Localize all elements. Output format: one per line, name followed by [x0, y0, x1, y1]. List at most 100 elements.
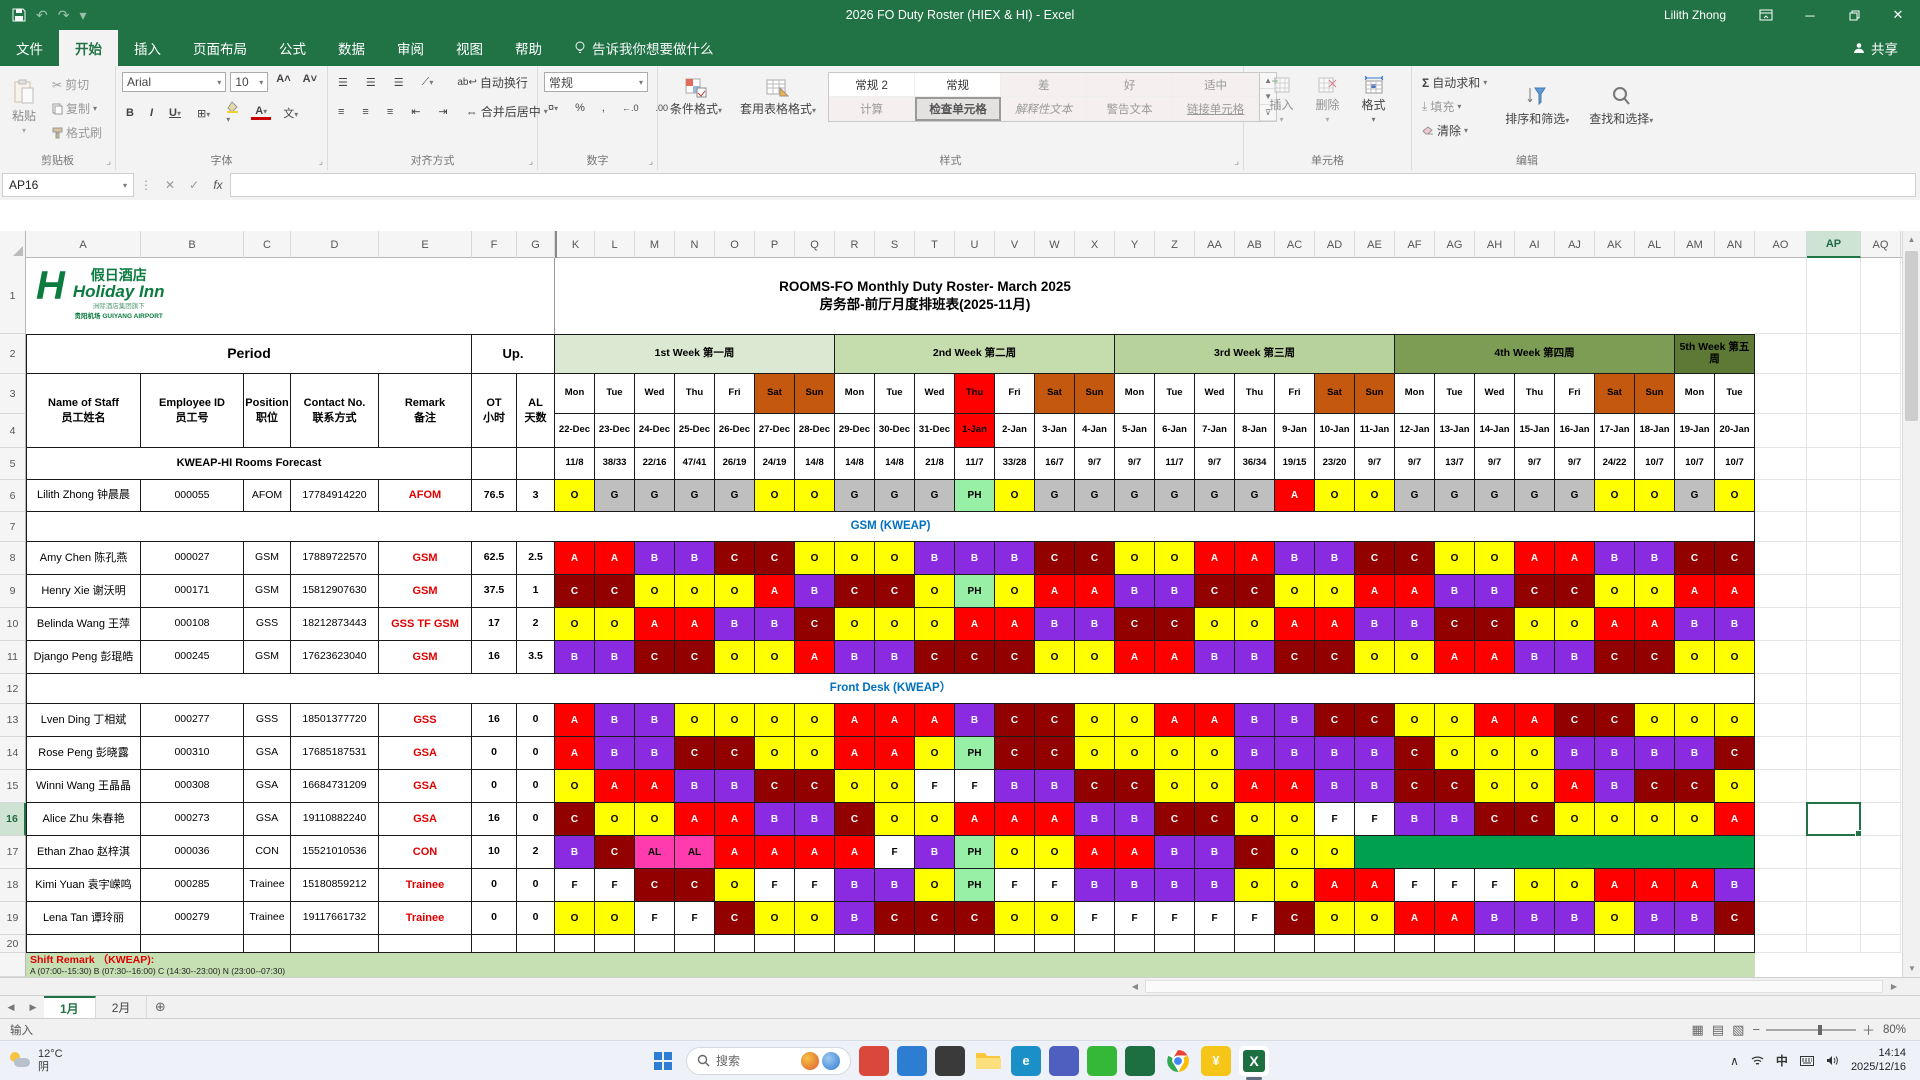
shift-cell[interactable]: B [1155, 575, 1195, 608]
row-header-3-4[interactable]: 34 [0, 374, 26, 448]
shift-cell[interactable]: B [1715, 608, 1755, 641]
shift-cell[interactable]: A [1595, 608, 1635, 641]
empty-cell[interactable] [1755, 414, 1807, 448]
empty-cell[interactable] [1755, 641, 1807, 674]
decrease-indent-icon[interactable]: ⇤ [407, 104, 424, 119]
shift-cell[interactable]: B [715, 608, 755, 641]
empty-cell[interactable] [1275, 935, 1315, 953]
shift-cell[interactable]: A [1435, 902, 1475, 935]
conditional-formatting-button[interactable]: 条件格式▾ [664, 72, 728, 122]
shift-cell[interactable]: C [555, 575, 595, 608]
shift-cell[interactable]: B [835, 869, 875, 902]
excel-app-icon[interactable]: X [1239, 1045, 1269, 1080]
week-band-4[interactable]: 4th Week 第四周 [1395, 334, 1675, 374]
empty-cell[interactable] [1861, 770, 1901, 803]
row-header-16[interactable]: 16 [0, 803, 26, 836]
shift-cell[interactable]: O [1675, 803, 1715, 836]
shift-cell[interactable]: C [1035, 542, 1075, 575]
day-16[interactable]: Wed [1195, 374, 1235, 414]
date-0[interactable]: 22-Dec [555, 414, 595, 448]
staff-name[interactable]: Lena Tan 谭玲丽 [26, 902, 141, 935]
column-header-AH[interactable]: AH [1475, 231, 1515, 258]
shift-cell[interactable]: A [1115, 641, 1155, 674]
shift-cell[interactable]: F [995, 869, 1035, 902]
empty-cell[interactable] [1807, 704, 1861, 737]
staff-name[interactable]: Ethan Zhao 赵梓淇 [26, 836, 141, 869]
empty-cell[interactable] [1861, 334, 1901, 374]
left-header-1[interactable]: Employee ID 员工号 [141, 374, 244, 448]
day-19[interactable]: Sat [1315, 374, 1355, 414]
undo-icon[interactable]: ↶ [36, 7, 48, 24]
select-all-corner[interactable] [0, 231, 26, 258]
shift-cell[interactable]: O [1395, 704, 1435, 737]
terminal-app-icon[interactable] [935, 1045, 965, 1076]
cell-style-5[interactable]: 计算 [829, 97, 916, 121]
forecast-7[interactable]: 14/8 [835, 448, 875, 480]
insert-cells-button[interactable]: 插入 ▾ [1263, 74, 1299, 126]
shift-cell[interactable]: B [1555, 641, 1595, 674]
staff-ot[interactable]: 37.5 [472, 575, 517, 608]
cell-style-0[interactable]: 常规 2 [829, 73, 916, 97]
forecast-17[interactable]: 36/34 [1235, 448, 1275, 480]
empty-cell[interactable] [1755, 902, 1807, 935]
column-header-AA[interactable]: AA [1195, 231, 1235, 258]
row-header-12[interactable]: 12 [0, 674, 26, 704]
ime-indicator[interactable]: 中 [1776, 1052, 1788, 1069]
search-box[interactable]: 搜索 [686, 1046, 851, 1075]
day-7[interactable]: Mon [835, 374, 875, 414]
shift-cell[interactable]: A [1275, 480, 1315, 512]
shift-cell[interactable]: C [1115, 770, 1155, 803]
qat-customize-icon[interactable]: ▾ [79, 7, 86, 24]
date-2[interactable]: 24-Dec [635, 414, 675, 448]
shift-cell[interactable]: C [595, 575, 635, 608]
staff-al[interactable]: 0 [517, 737, 555, 770]
shift-cell[interactable]: PH [955, 737, 995, 770]
shift-cell[interactable]: B [1475, 575, 1515, 608]
shift-cell[interactable]: B [1355, 737, 1395, 770]
date-23[interactable]: 14-Jan [1475, 414, 1515, 448]
staff-al[interactable]: 0 [517, 704, 555, 737]
day-22[interactable]: Tue [1435, 374, 1475, 414]
forecast-6[interactable]: 14/8 [795, 448, 835, 480]
shift-cell[interactable]: O [875, 542, 915, 575]
staff-position[interactable]: GSA [244, 737, 291, 770]
forecast-label[interactable]: KWEAP-HI Rooms Forecast [26, 448, 472, 480]
shift-cell[interactable]: C [1555, 704, 1595, 737]
column-header-R[interactable]: R [835, 231, 875, 258]
cell-style-3[interactable]: 好 [1087, 73, 1174, 97]
shift-cell[interactable]: B [1275, 542, 1315, 575]
forecast-27[interactable]: 10/7 [1635, 448, 1675, 480]
staff-name[interactable]: Rose Peng 彭晓露 [26, 737, 141, 770]
shift-cell[interactable]: C [715, 902, 755, 935]
shift-cell[interactable]: O [1315, 480, 1355, 512]
day-6[interactable]: Sun [795, 374, 835, 414]
shift-cell[interactable]: B [835, 902, 875, 935]
empty-cell[interactable] [1755, 542, 1807, 575]
shift-cell[interactable]: O [915, 803, 955, 836]
shift-cell[interactable]: C [1395, 542, 1435, 575]
staff-contact[interactable]: 18501377720 [291, 704, 379, 737]
left-header-2[interactable]: Position 职位 [244, 374, 291, 448]
shift-cell[interactable]: B [1155, 869, 1195, 902]
staff-contact[interactable]: 15180859212 [291, 869, 379, 902]
shift-cell[interactable]: B [1115, 803, 1155, 836]
search-highlight-icon[interactable] [801, 1051, 819, 1070]
shift-cell[interactable]: O [555, 902, 595, 935]
touch-keyboard-icon[interactable] [1799, 1055, 1814, 1066]
empty-cell[interactable] [1861, 542, 1901, 575]
shift-cell[interactable]: A [715, 803, 755, 836]
empty-cell[interactable] [1861, 803, 1901, 836]
shift-cell[interactable]: F [1075, 902, 1115, 935]
shift-cell[interactable]: B [995, 542, 1035, 575]
shift-cell[interactable]: O [1155, 737, 1195, 770]
horizontal-scrollbar[interactable] [1145, 980, 1883, 993]
shift-cell[interactable]: B [1195, 869, 1235, 902]
empty-cell[interactable] [1861, 608, 1901, 641]
date-20[interactable]: 11-Jan [1355, 414, 1395, 448]
staff-position[interactable]: GSM [244, 575, 291, 608]
shift-cell[interactable]: O [1595, 902, 1635, 935]
column-header-E[interactable]: E [379, 231, 472, 258]
empty-cell[interactable] [1807, 608, 1861, 641]
ot-header[interactable]: OT 小时 [472, 374, 517, 448]
shift-cell[interactable]: A [835, 704, 875, 737]
